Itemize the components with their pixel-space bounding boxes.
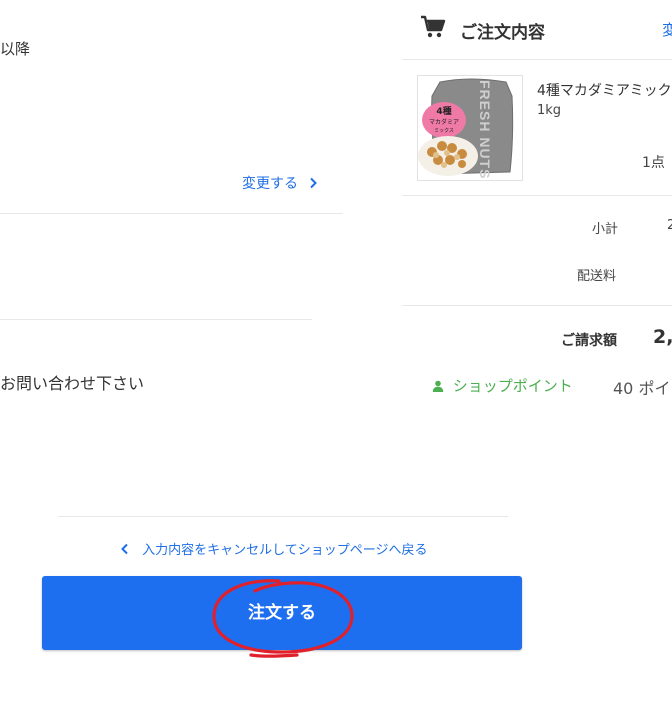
subtotal-label: 小計 [592,222,619,237]
chevron-right-icon [310,177,318,189]
order-summary-title: ご注文内容 [460,23,545,43]
totals-divider [402,305,672,306]
thumb-label-mid: マカダミア [429,118,459,126]
section-divider [0,319,312,320]
thumb-label-bottom: ミックス [434,128,454,134]
total-value: 2, [653,326,672,348]
subtotal-value: 2 [667,218,672,233]
shop-points-value: 40 ポイ [613,379,671,398]
product-size: 1kg [537,103,562,118]
contact-note: お問い合わせ下さい [0,374,145,393]
thumb-label-top: 4種 [436,105,451,117]
person-icon [432,380,444,392]
annotation-circle [212,579,354,658]
product-divider [402,195,672,196]
cancel-return-link[interactable]: 入力内容をキャンセルしてショップページへ戻る [120,539,428,558]
section-divider [0,213,343,214]
product-quantity: 1点 [642,155,665,171]
total-label: ご請求額 [561,333,617,349]
shop-points-text: ショップポイント [452,377,573,395]
delivery-date-suffix: 以降 [0,40,31,58]
cancel-return-label: 入力内容をキャンセルしてショップページへ戻る [142,543,428,558]
summary-header-divider [402,59,672,60]
chevron-left-icon [121,543,128,555]
change-delivery-label: 変更する [242,176,298,192]
thumb-brand-text: FRESH NUTS DIRECT [477,80,493,180]
product-name: 4種マカダミアミック [537,83,672,99]
shipping-label: 配送料 [577,269,617,284]
cart-icon [421,15,446,38]
shop-points-label: ショップポイント [432,375,573,396]
summary-change-link[interactable]: 変 [662,19,672,40]
change-delivery-link[interactable]: 変更する [242,173,318,193]
product-image: FRESH NUTS DIRECT 4種 マカダミア ミックス [418,78,514,180]
footer-divider [58,516,508,517]
product-thumbnail: FRESH NUTS DIRECT 4種 マカダミア ミックス [417,75,523,181]
